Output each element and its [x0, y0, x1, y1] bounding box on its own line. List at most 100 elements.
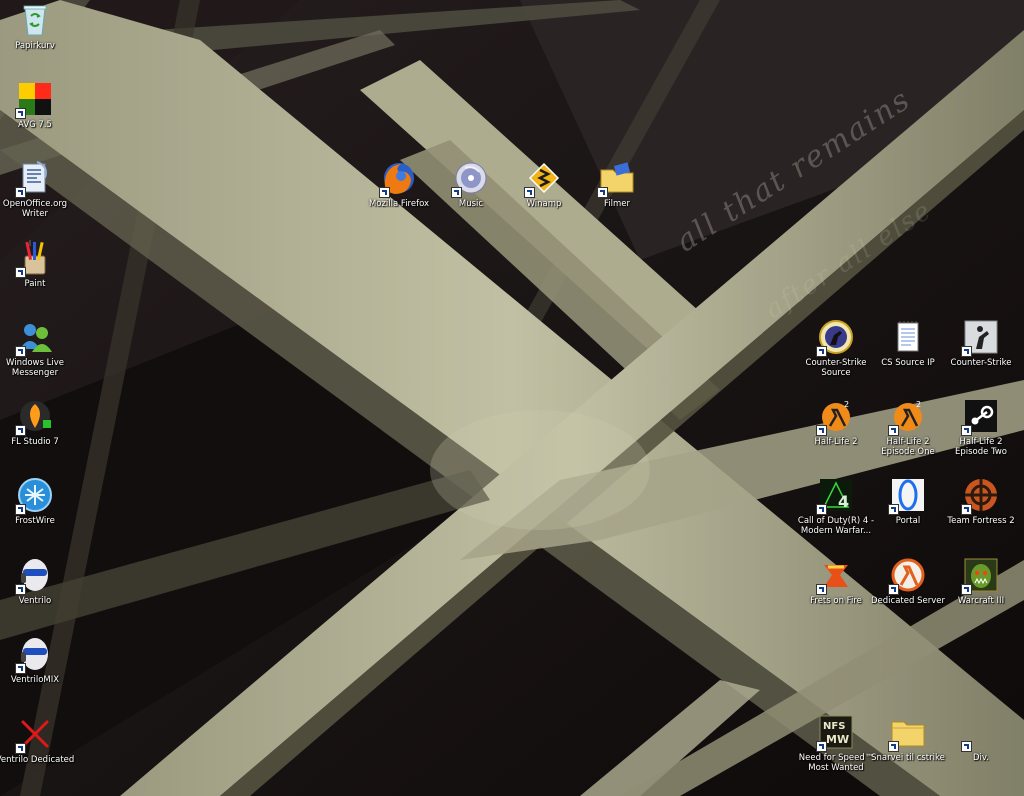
icon-label: Dedicated Server	[871, 596, 945, 606]
dedicated-server-desktop-icon[interactable]: Dedicated Server	[870, 557, 946, 606]
winamp-desktop-icon[interactable]: Winamp	[506, 160, 582, 209]
div-desktop-icon[interactable]: Div.	[943, 714, 1019, 763]
ventrilo-icon	[15, 557, 53, 595]
cs-source-icon	[816, 319, 854, 357]
cs-source-ip-desktop-icon[interactable]: CS Source IP	[870, 319, 946, 368]
tf2-icon	[961, 477, 999, 515]
icon-label: FL Studio 7	[11, 437, 59, 447]
counter-strike-desktop-icon[interactable]: Counter-Strike	[943, 319, 1019, 368]
portal-icon	[888, 477, 926, 515]
avg-desktop-icon[interactable]: AVG 7.5	[0, 81, 73, 130]
ventrilomix-desktop-icon[interactable]: VentriloMIX	[0, 636, 73, 685]
firefox-desktop-icon[interactable]: Mozilla Firefox	[361, 160, 437, 209]
ventrilo-desktop-icon[interactable]: Ventrilo	[0, 557, 73, 606]
warcraft-iii-desktop-icon[interactable]: Warcraft III	[943, 557, 1019, 606]
frostwire-icon	[15, 477, 53, 515]
shortcut-arrow-icon	[597, 187, 608, 198]
red-x-icon	[15, 716, 53, 754]
icon-label: Mozilla Firefox	[368, 199, 430, 209]
icon-label: Papirkurv	[15, 41, 55, 51]
icon-label: Filmer	[604, 199, 630, 209]
steam-icon	[961, 398, 999, 436]
filmer-desktop-icon[interactable]: Filmer	[579, 160, 655, 209]
desktop[interactable]: all that remains after all else Papirkur…	[0, 0, 1024, 796]
recycle-bin-icon	[17, 2, 53, 38]
fl-studio-icon	[15, 398, 53, 436]
icon-label: Counter-Strike	[950, 358, 1012, 368]
shortcut-arrow-icon	[816, 741, 827, 752]
svg-text:MW: MW	[826, 733, 849, 746]
video-folder-icon	[597, 160, 635, 198]
shortcut-arrow-icon	[816, 425, 827, 436]
messenger-icon	[15, 319, 53, 357]
half-life-2-icon: 2	[816, 398, 854, 436]
shortcut-arrow-icon	[15, 346, 26, 357]
icon-label: Div.	[973, 753, 989, 763]
shortcut-arrow-icon	[524, 187, 535, 198]
shortcut-arrow-icon	[888, 425, 899, 436]
shortcut-arrow-icon	[451, 187, 462, 198]
shortcut-arrow-icon	[961, 584, 972, 595]
shortcut-arrow-icon	[961, 741, 972, 752]
shortcut-arrow-icon	[961, 425, 972, 436]
icon-label: Team Fortress 2	[947, 516, 1015, 526]
recycle-bin-desktop-icon[interactable]: Papirkurv	[0, 2, 73, 51]
icon-label: Need for Speed™ Most Wanted	[798, 753, 874, 773]
music-desktop-icon[interactable]: Music	[433, 160, 509, 209]
svg-text:2: 2	[916, 400, 921, 409]
cod4-icon: 4	[816, 477, 854, 515]
paint-desktop-icon[interactable]: Paint	[0, 240, 73, 289]
icon-label: AVG 7.5	[18, 120, 52, 130]
shortcut-arrow-icon	[15, 743, 26, 754]
portal-desktop-icon[interactable]: Portal	[870, 477, 946, 526]
icon-label: Winamp	[526, 199, 562, 209]
fl-studio-desktop-icon[interactable]: FL Studio 7	[0, 398, 73, 447]
icon-label: Warcraft III	[957, 596, 1005, 606]
frets-on-fire-desktop-icon[interactable]: Frets on Fire	[798, 557, 874, 606]
shortcut-arrow-icon	[816, 584, 827, 595]
svg-text:2: 2	[844, 400, 849, 409]
icon-label: Paint	[24, 279, 46, 289]
shortcut-arrow-icon	[888, 504, 899, 515]
shortcut-arrow-icon	[15, 267, 26, 278]
icon-label: Counter-Strike Source	[805, 358, 867, 378]
shortcut-arrow-icon	[961, 346, 972, 357]
icon-label: FrostWire	[15, 516, 55, 526]
shortcut-arrow-icon	[816, 504, 827, 515]
ventrilo-icon	[15, 636, 53, 674]
avg-icon	[15, 81, 53, 119]
icon-label: Ventrilo	[18, 596, 52, 606]
windows-live-messenger-desktop-icon[interactable]: Windows Live Messenger	[0, 319, 73, 378]
svg-text:4: 4	[838, 492, 849, 511]
half-life-2-desktop-icon[interactable]: 2 Half-Life 2	[798, 398, 874, 447]
ventrilo-dedicated-desktop-icon[interactable]: Ventrilo Dedicated	[0, 716, 74, 765]
half-life-2-episode-two-desktop-icon[interactable]: Half-Life 2 Episode Two	[943, 398, 1019, 457]
shortcut-arrow-icon	[15, 425, 26, 436]
need-for-speed-desktop-icon[interactable]: NFS MW Need for Speed™ Most Wanted	[798, 714, 874, 773]
icon-label: Half-Life 2	[814, 437, 858, 447]
icon-label: OpenOffice.org Writer	[2, 199, 68, 219]
openoffice-writer-desktop-icon[interactable]: OpenOffice.org Writer	[0, 160, 73, 219]
winamp-icon	[524, 160, 562, 198]
snarvei-cstrike-desktop-icon[interactable]: Snarvei til cstrike	[870, 714, 946, 763]
shortcut-arrow-icon	[15, 584, 26, 595]
half-life-2-episode-one-desktop-icon[interactable]: 2 Half-Life 2 Episode One	[870, 398, 946, 457]
firefox-icon	[379, 160, 417, 198]
frets-on-fire-icon	[816, 557, 854, 595]
frostwire-desktop-icon[interactable]: FrostWire	[0, 477, 73, 526]
openoffice-writer-icon	[15, 160, 53, 198]
folder-icon	[888, 714, 926, 752]
shortcut-arrow-icon	[888, 584, 899, 595]
icon-label: CS Source IP	[881, 358, 935, 368]
icon-label: Call of Duty(R) 4 - Modern Warfar...	[797, 516, 875, 536]
shortcut-arrow-icon	[888, 741, 899, 752]
icon-label: Snarvei til cstrike	[871, 753, 945, 763]
shortcut-arrow-icon	[816, 346, 827, 357]
cs-source-desktop-icon[interactable]: Counter-Strike Source	[798, 319, 874, 378]
shortcut-arrow-icon	[15, 504, 26, 515]
team-fortress-2-desktop-icon[interactable]: Team Fortress 2	[943, 477, 1019, 526]
notepad-icon	[890, 319, 926, 355]
call-of-duty-4-desktop-icon[interactable]: 4 Call of Duty(R) 4 - Modern Warfar...	[798, 477, 874, 536]
music-folder-icon	[451, 160, 489, 198]
half-life-icon	[888, 557, 926, 595]
